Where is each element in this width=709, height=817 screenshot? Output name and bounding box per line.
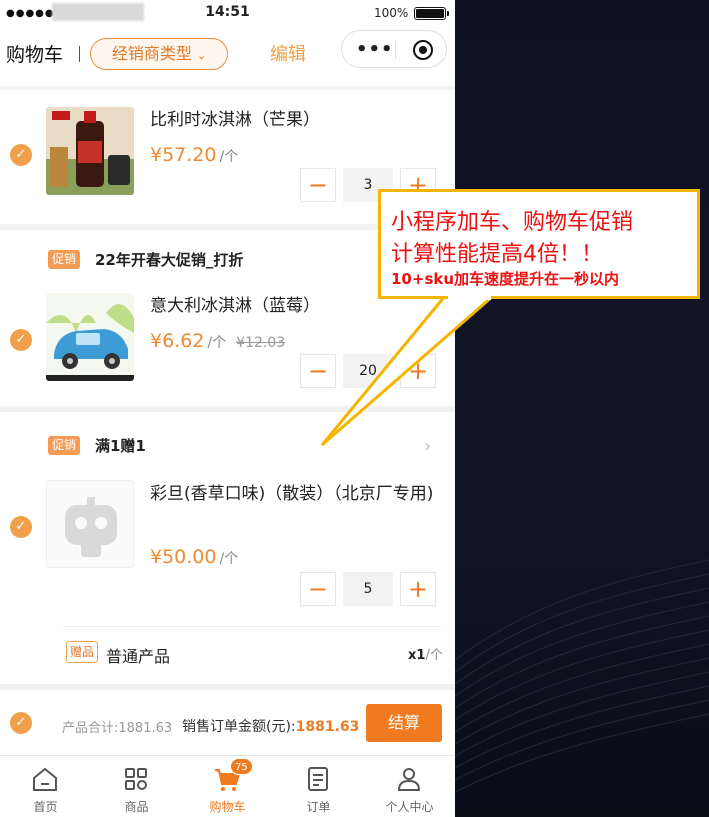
increase-button[interactable]: + [400, 354, 436, 388]
battery-percent: 100% [374, 6, 409, 20]
products-total: 产品合计:1881.63 [62, 721, 173, 736]
checkout-button[interactable]: 结算 [366, 704, 442, 742]
original-price: ¥12.03 [236, 335, 286, 351]
dark-backdrop [455, 0, 709, 817]
tab-label: 订单 [306, 800, 331, 814]
callout-line-1: 小程序加车、购物车促销 [391, 210, 634, 235]
status-bar: ●●●●● 14:51 100% [0, 0, 455, 26]
quantity-input[interactable]: 5 [343, 572, 393, 606]
user-icon [397, 768, 421, 791]
promo-tag: 促销 [48, 250, 81, 269]
gift-divider [62, 626, 442, 627]
product-price: ¥50.00/个 [150, 546, 238, 568]
price-unit: /个 [207, 335, 227, 351]
gift-quantity: x1/个 [408, 644, 443, 663]
item-checkbox[interactable]: ✓ [10, 144, 32, 166]
price-unit: /个 [219, 551, 239, 567]
promo-title: 22年开春大促销_打折 [95, 251, 244, 269]
order-amount: 销售订单金额(元):1881.63 [182, 716, 359, 736]
grid-icon [125, 768, 147, 790]
promo-group-card: 促销 满1赠1 › ✓ 彩旦(香草口味)（散装）（北京厂专用) ¥50.00/个… [0, 412, 455, 684]
product-image[interactable] [46, 107, 134, 195]
promo-title: 满1赠1 [95, 437, 146, 455]
increase-button[interactable]: + [400, 572, 436, 606]
callout-line-2: 计算性能提高4倍！！ [391, 242, 603, 267]
home-icon [33, 767, 57, 791]
gift-qty-value: x1 [408, 648, 426, 663]
dealer-type-label: 经销商类型 [111, 44, 192, 63]
product-price: ¥57.20/个 [150, 144, 238, 166]
item-checkbox[interactable]: ✓ [10, 516, 32, 538]
battery-icon [414, 7, 449, 20]
quantity-input[interactable]: 20 [343, 354, 393, 388]
tab-profile[interactable]: 个人中心 [364, 756, 455, 817]
capsule-divider [395, 41, 396, 59]
product-image[interactable] [46, 293, 134, 381]
order-amount-value: 1881.63 [295, 719, 360, 735]
gift-tag: 赠品 [66, 641, 99, 663]
price-value: ¥57.20 [150, 144, 217, 166]
tab-orders[interactable]: 订单 [273, 756, 364, 817]
tab-home[interactable]: 首页 [0, 756, 91, 817]
price-value: ¥50.00 [150, 546, 217, 568]
page-title: 购物车 [6, 44, 64, 66]
chevron-right-icon[interactable]: › [424, 436, 431, 457]
tab-bar: 首页 商品 75 购物车 订单 个人中心 [0, 755, 455, 817]
nav-bar: 购物车 经销商类型 ⌄ 编辑 ••• [0, 26, 455, 86]
order-amount-label: 销售订单金额(元): [182, 719, 296, 735]
miniprogram-capsule: ••• [341, 30, 447, 68]
tab-label: 首页 [33, 800, 58, 814]
chevron-down-icon: ⌄ [196, 49, 207, 62]
annotation-callout: 小程序加车、购物车促销 计算性能提高4倍！！ 10+sku加车速度提升在一秒以内 [378, 189, 700, 299]
title-divider [79, 46, 80, 62]
product-image[interactable] [46, 480, 134, 568]
price-value: ¥6.62 [150, 330, 205, 352]
tab-products[interactable]: 商品 [91, 756, 182, 817]
more-icon[interactable]: ••• [356, 39, 394, 60]
tab-cart[interactable]: 75 购物车 [182, 756, 273, 817]
promo-tag: 促销 [48, 436, 81, 455]
decrease-button[interactable]: − [300, 354, 336, 388]
tab-label: 商品 [124, 800, 149, 814]
product-name: 比利时冰淇淋（芒果） [150, 110, 320, 130]
select-all-checkbox[interactable]: ✓ [10, 712, 32, 734]
decrease-button[interactable]: − [300, 572, 336, 606]
gift-unit: /个 [425, 648, 443, 663]
edit-button[interactable]: 编辑 [270, 40, 306, 66]
price-unit: /个 [219, 149, 239, 165]
tab-label: 购物车 [209, 800, 246, 814]
close-miniprogram-icon[interactable] [413, 40, 433, 60]
callout-seam [448, 294, 491, 300]
item-checkbox[interactable]: ✓ [10, 329, 32, 351]
product-name: 意大利冰淇淋（蓝莓） [150, 296, 320, 316]
product-price: ¥6.62/个 ¥12.03 [150, 330, 285, 352]
decrease-button[interactable]: − [300, 168, 336, 202]
callout-line-3: 10+sku加车速度提升在一秒以内 [391, 270, 620, 288]
product-name: 彩旦(香草口味)（散装）（北京厂专用) [150, 484, 434, 504]
order-icon [308, 767, 328, 791]
phone-screen: ●●●●● 14:51 100% 购物车 经销商类型 ⌄ 编辑 ••• ✓ 比利… [0, 0, 455, 817]
gift-product-name: 普通产品 [106, 647, 171, 666]
tab-label: 个人中心 [385, 800, 434, 814]
dealer-type-dropdown[interactable]: 经销商类型 ⌄ [90, 38, 228, 70]
cart-count-badge: 75 [230, 758, 253, 775]
checkout-bar: ✓ 产品合计:1881.63 销售订单金额(元):1881.63 结算 [0, 689, 455, 755]
